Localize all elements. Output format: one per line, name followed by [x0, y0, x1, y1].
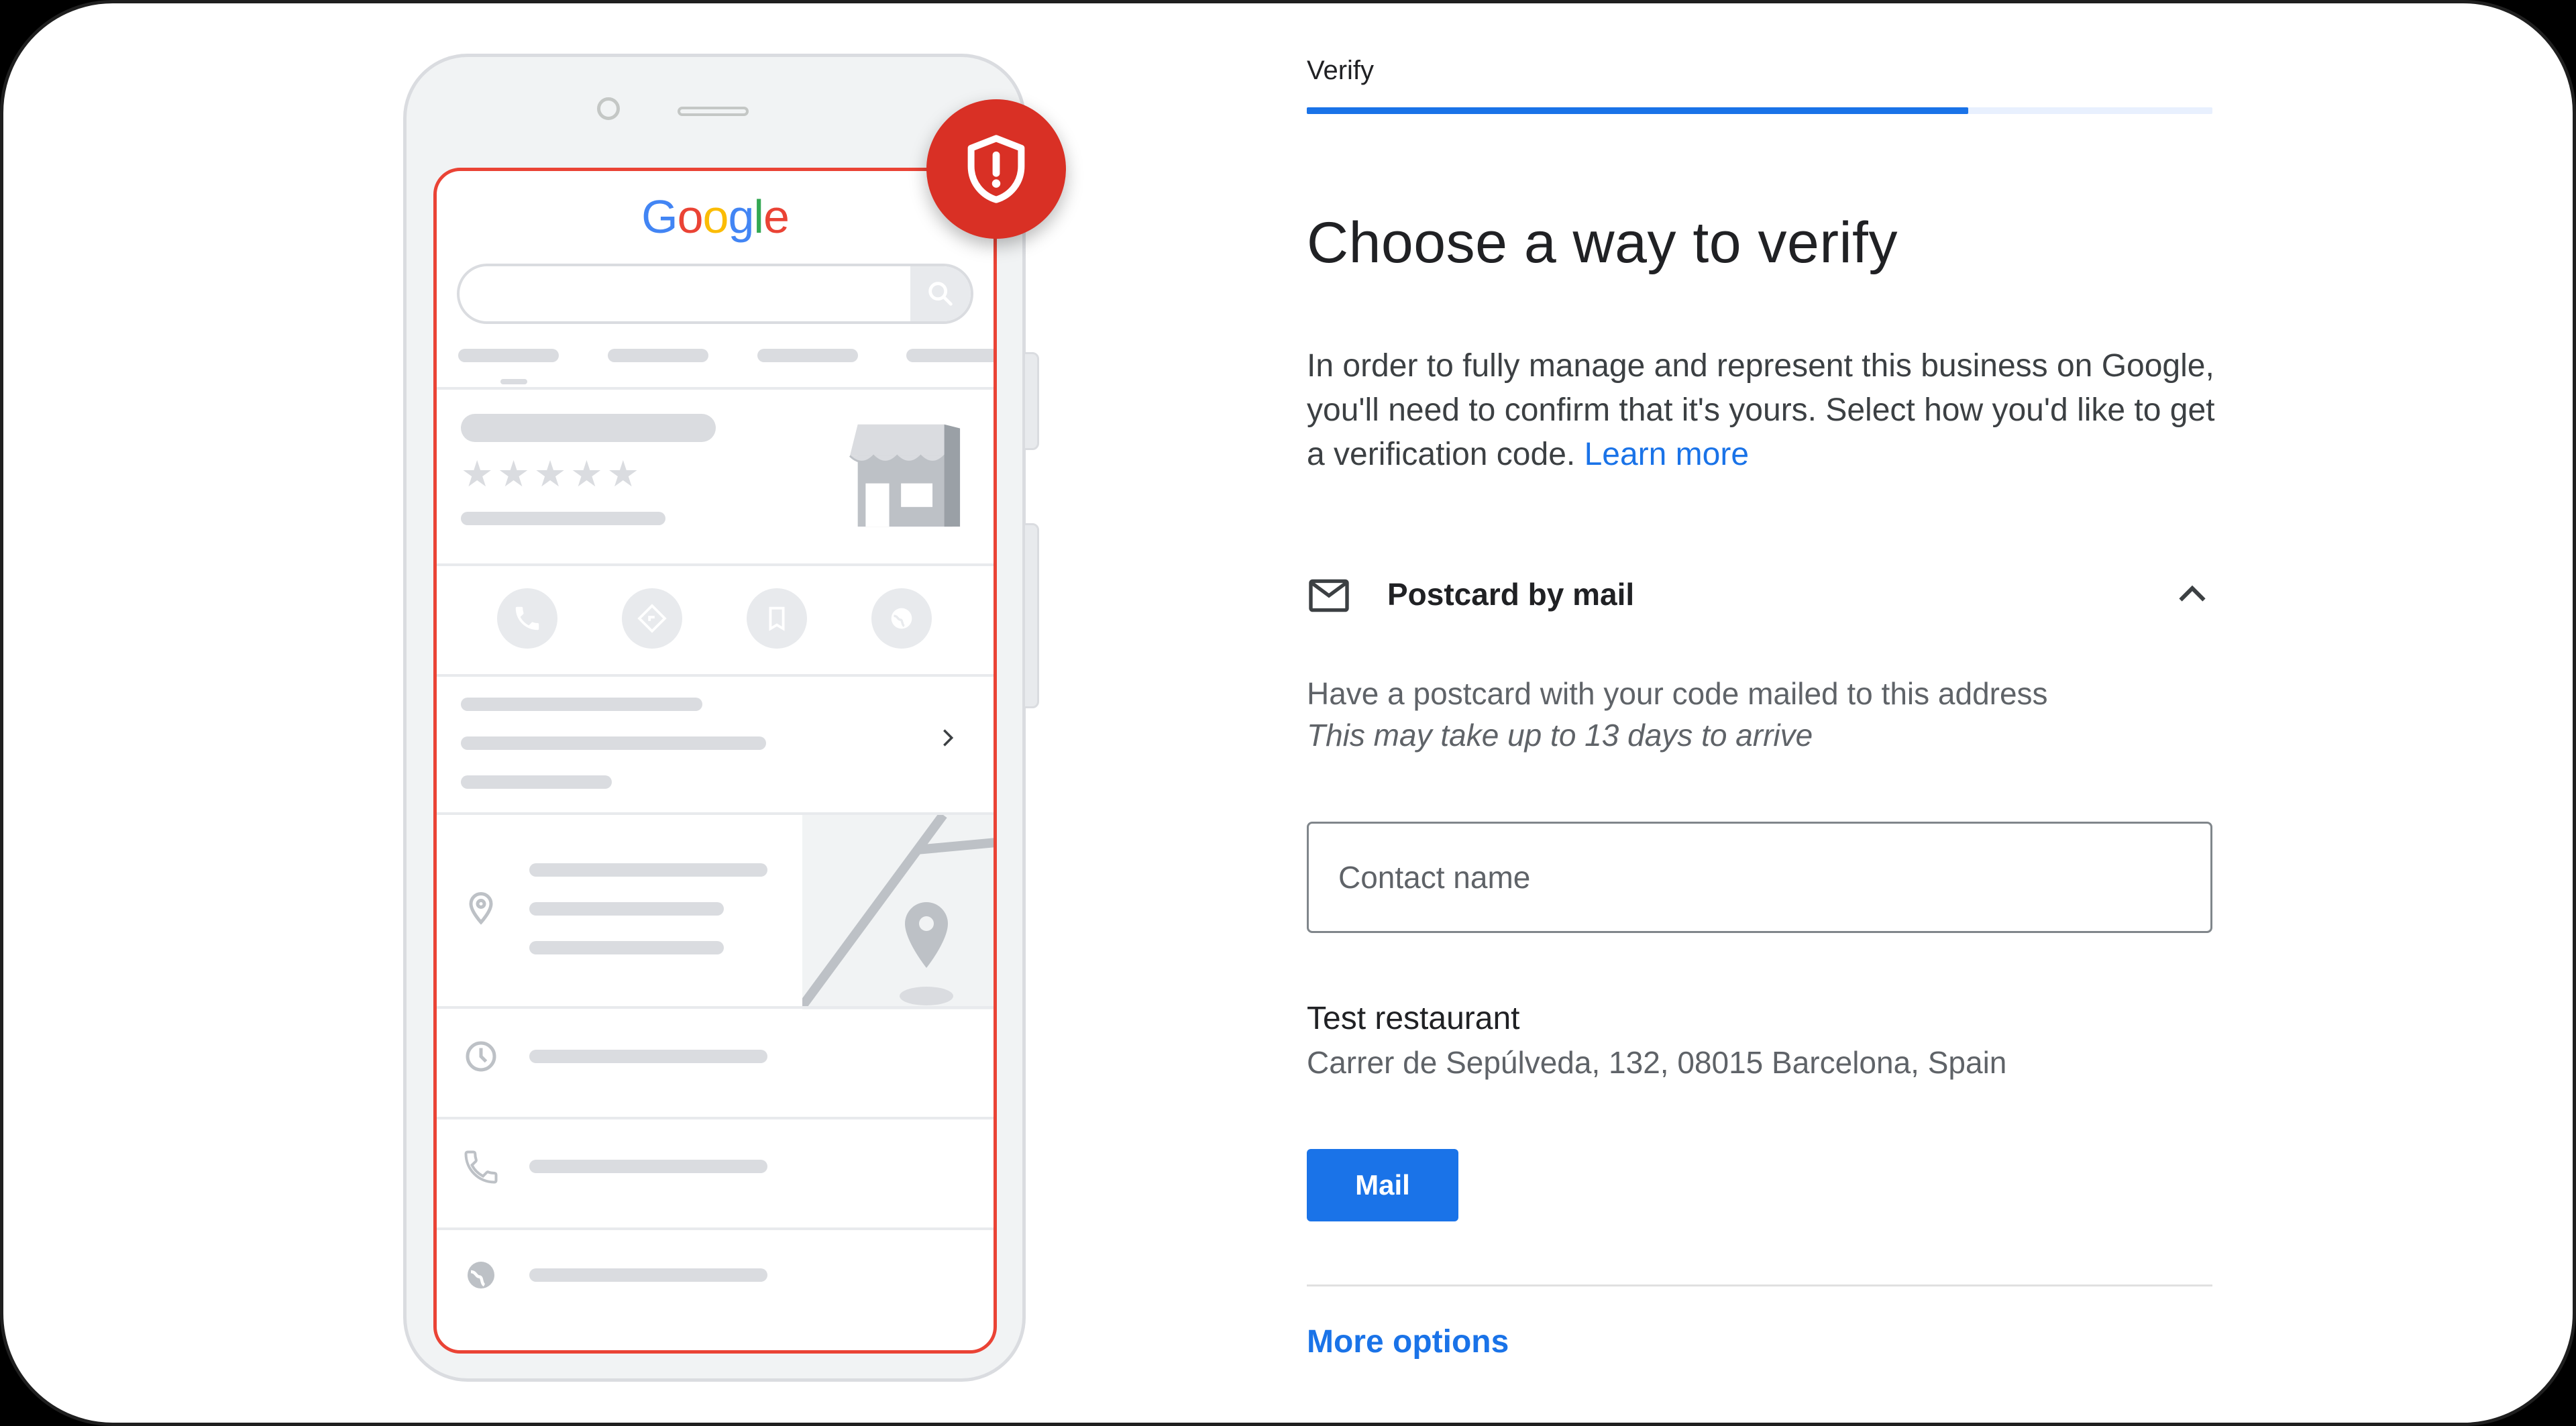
- address-line-placeholder: [529, 902, 724, 916]
- progress-bar: [1307, 107, 2212, 114]
- business-title-placeholder: [461, 414, 716, 442]
- separator: [437, 674, 994, 677]
- phone-icon: [515, 606, 539, 630]
- mail-button[interactable]: Mail: [1307, 1149, 1458, 1221]
- delivery-note: This may take up to 13 days to arrive: [1307, 718, 1813, 753]
- bookmark-icon: [769, 606, 785, 631]
- save-action-illustration: [747, 588, 807, 649]
- business-address: Carrer de Sepúlveda, 132, 08015 Barcelon…: [1307, 1045, 2007, 1080]
- chevron-right-icon: [943, 729, 954, 747]
- description-text: In order to fully manage and represent t…: [1307, 348, 2215, 472]
- step-label: Verify: [1307, 56, 1375, 85]
- info-line-placeholder: [461, 736, 766, 750]
- location-pin-icon: [469, 891, 493, 925]
- map-thumbnail: [802, 815, 994, 1009]
- business-subtitle-placeholder: [461, 512, 665, 525]
- info-line-placeholder: [461, 698, 702, 711]
- phone-icon: [464, 1150, 498, 1184]
- progress-fill: [1307, 107, 1968, 114]
- shield-alert-icon: [967, 135, 1025, 203]
- address-line-placeholder: [529, 941, 724, 954]
- divider: [1307, 1284, 2212, 1286]
- phone-camera: [597, 97, 620, 120]
- globe-icon: [891, 608, 912, 629]
- postcard-description: Have a postcard with your code mailed to…: [1307, 676, 2048, 711]
- tab-placeholder: [608, 349, 708, 362]
- window-frame: Google ★★★★★ Verify Choose a way to veri…: [0, 0, 2576, 1426]
- postcard-option-header[interactable]: Postcard by mail: [1307, 571, 2212, 619]
- directions-action-illustration: [622, 588, 682, 649]
- separator: [437, 1117, 994, 1119]
- option-title: Postcard by mail: [1387, 577, 1635, 612]
- tab-placeholder: [906, 349, 994, 362]
- website-action-illustration: [871, 588, 932, 649]
- tab-placeholder: [757, 349, 858, 362]
- search-bar-illustration: [457, 264, 973, 324]
- clock-icon: [466, 1041, 496, 1072]
- search-button-illustration: [910, 266, 971, 321]
- phone-speaker: [678, 107, 749, 116]
- address-line-placeholder: [529, 863, 767, 877]
- google-logo: Google: [641, 190, 790, 243]
- map-illustration: [802, 815, 994, 1009]
- phone-screen: Google ★★★★★: [433, 168, 997, 1354]
- search-icon: [928, 282, 953, 306]
- security-alert-badge: [926, 99, 1066, 239]
- call-action-illustration: [497, 588, 557, 649]
- store-icon: [849, 424, 961, 527]
- separator: [437, 1006, 994, 1009]
- option-description: Have a postcard with your code mailed to…: [1307, 673, 2048, 756]
- separator: [437, 563, 994, 566]
- globe-icon: [468, 1262, 494, 1288]
- tab-underline: [500, 379, 527, 384]
- verify-description: In order to fully manage and represent t…: [1307, 344, 2219, 477]
- page-title: Choose a way to verify: [1307, 211, 1898, 275]
- chevron-up-icon[interactable]: [2172, 575, 2212, 615]
- info-line-placeholder: [461, 775, 612, 789]
- phone-side-button: [1023, 523, 1039, 708]
- business-name: Test restaurant: [1307, 1001, 1520, 1036]
- rating-stars: ★★★★★: [461, 454, 644, 494]
- directions-icon: [637, 604, 667, 633]
- phone-line-placeholder: [529, 1160, 767, 1173]
- learn-more-link[interactable]: Learn more: [1585, 437, 1749, 472]
- hours-line-placeholder: [529, 1050, 767, 1063]
- website-line-placeholder: [529, 1268, 767, 1282]
- phone-side-button: [1023, 352, 1039, 450]
- tab-placeholder: [458, 349, 559, 362]
- separator: [437, 1227, 994, 1230]
- separator: [437, 387, 994, 390]
- contact-name-field[interactable]: [1307, 822, 2212, 933]
- mail-icon: [1309, 579, 1349, 612]
- more-options-link[interactable]: More options: [1307, 1323, 1509, 1360]
